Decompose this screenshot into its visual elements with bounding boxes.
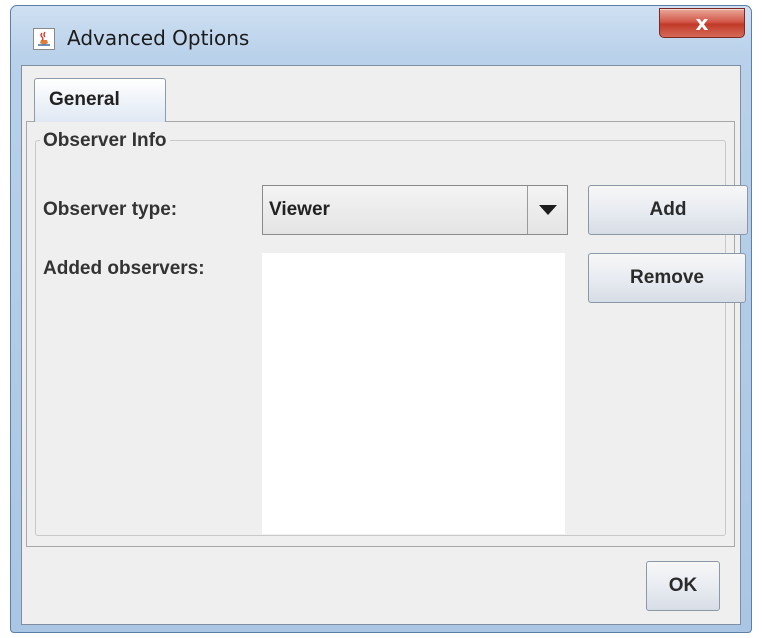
added-observers-label: Added observers: (43, 258, 205, 279)
close-icon: x (695, 11, 709, 35)
group-title: Observer Info (40, 130, 170, 152)
add-button[interactable]: Add (588, 185, 748, 235)
observer-type-select[interactable]: Viewer (262, 185, 568, 235)
added-observers-list[interactable] (262, 253, 565, 534)
window-title: Advanced Options (67, 26, 250, 50)
observer-type-value: Viewer (269, 199, 330, 220)
ok-button[interactable]: OK (646, 561, 720, 611)
observer-type-label: Observer type: (43, 199, 178, 220)
chevron-down-icon (539, 205, 557, 215)
dialog-footer: OK (22, 554, 740, 624)
observer-info-group: Observer Info Observer type: Viewer Add … (35, 130, 748, 536)
general-tab-panel: Observer Info Observer type: Viewer Add … (26, 121, 748, 547)
remove-button[interactable]: Remove (588, 253, 746, 303)
dropdown-arrow-button[interactable] (527, 186, 567, 234)
tab-label: General (49, 89, 120, 110)
java-coffee-cup-icon (33, 28, 55, 50)
title-bar[interactable]: Advanced Options x (11, 6, 751, 66)
advanced-options-dialog: Advanced Options x General Observer Info… (10, 5, 752, 633)
tab-general[interactable]: General (34, 78, 166, 122)
close-button[interactable]: x (659, 8, 745, 38)
dialog-content: General Observer Info Observer type: Vie… (21, 65, 748, 625)
